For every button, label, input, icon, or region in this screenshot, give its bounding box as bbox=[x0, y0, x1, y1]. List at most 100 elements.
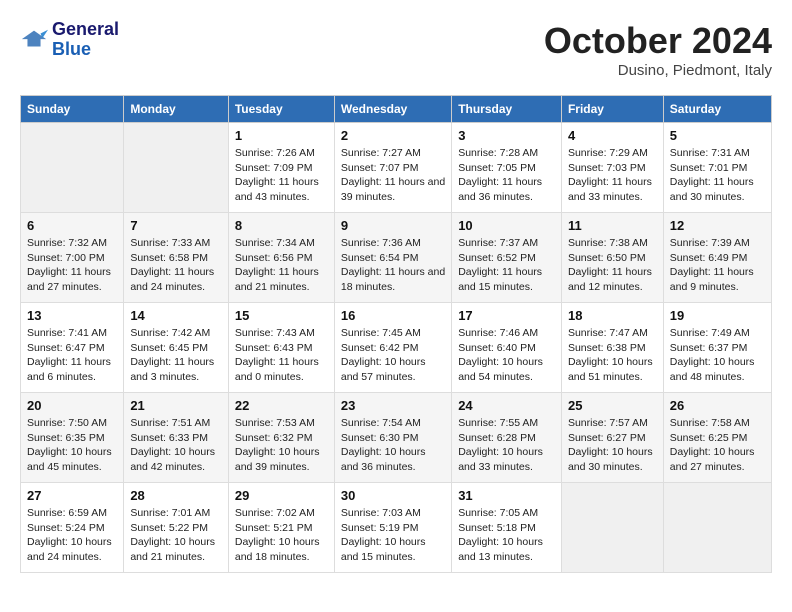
day-number: 27 bbox=[27, 488, 117, 503]
logo-bird-icon bbox=[20, 26, 48, 54]
day-number: 23 bbox=[341, 398, 445, 413]
logo: General Blue bbox=[20, 20, 119, 60]
weekday-header: Friday bbox=[561, 96, 663, 123]
calendar-cell: 25 Sunrise: 7:57 AMSunset: 6:27 PMDayligh… bbox=[561, 393, 663, 483]
day-number: 17 bbox=[458, 308, 555, 323]
calendar-cell: 6 Sunrise: 7:32 AMSunset: 7:00 PMDaylight… bbox=[21, 213, 124, 303]
calendar-cell: 29 Sunrise: 7:02 AMSunset: 5:21 PMDayligh… bbox=[228, 483, 334, 573]
day-detail: Sunrise: 6:59 AMSunset: 5:24 PMDaylight:… bbox=[27, 506, 117, 565]
day-detail: Sunrise: 7:45 AMSunset: 6:42 PMDaylight:… bbox=[341, 326, 445, 385]
day-number: 29 bbox=[235, 488, 328, 503]
day-detail: Sunrise: 7:27 AMSunset: 7:07 PMDaylight:… bbox=[341, 146, 445, 205]
day-number: 1 bbox=[235, 128, 328, 143]
calendar-cell: 13Sunrise: 7:41 AMSunset: 6:47 PMDayligh… bbox=[21, 303, 124, 393]
day-number: 14 bbox=[130, 308, 222, 323]
day-number: 21 bbox=[130, 398, 222, 413]
weekday-header: Sunday bbox=[21, 96, 124, 123]
day-number: 8 bbox=[235, 218, 328, 233]
calendar-cell: 4 Sunrise: 7:29 AMSunset: 7:03 PMDaylight… bbox=[561, 123, 663, 213]
calendar-cell bbox=[21, 123, 124, 213]
day-detail: Sunrise: 7:01 AMSunset: 5:22 PMDaylight:… bbox=[130, 506, 222, 565]
day-number: 26 bbox=[670, 398, 765, 413]
calendar-cell: 19 Sunrise: 7:49 AMSunset: 6:37 PMDayligh… bbox=[663, 303, 771, 393]
calendar-week-row: 1 Sunrise: 7:26 AMSunset: 7:09 PMDaylight… bbox=[21, 123, 772, 213]
day-number: 12 bbox=[670, 218, 765, 233]
calendar-cell: 15Sunrise: 7:43 AMSunset: 6:43 PMDayligh… bbox=[228, 303, 334, 393]
day-number: 30 bbox=[341, 488, 445, 503]
weekday-header: Monday bbox=[124, 96, 229, 123]
day-number: 22 bbox=[235, 398, 328, 413]
day-detail: Sunrise: 7:36 AMSunset: 6:54 PMDaylight:… bbox=[341, 236, 445, 295]
calendar-cell bbox=[663, 483, 771, 573]
page-header: General Blue October 2024 Dusino, Piedmo… bbox=[20, 20, 772, 79]
calendar-cell: 11 Sunrise: 7:38 AMSunset: 6:50 PMDayligh… bbox=[561, 213, 663, 303]
day-number: 4 bbox=[568, 128, 657, 143]
day-detail: Sunrise: 7:34 AMSunset: 6:56 PMDaylight:… bbox=[235, 236, 328, 295]
day-detail: Sunrise: 7:43 AMSunset: 6:43 PMDaylight:… bbox=[235, 326, 328, 385]
calendar-cell: 17 Sunrise: 7:46 AMSunset: 6:40 PMDayligh… bbox=[452, 303, 562, 393]
logo-general: General bbox=[52, 20, 119, 40]
day-detail: Sunrise: 7:39 AMSunset: 6:49 PMDaylight:… bbox=[670, 236, 765, 295]
day-number: 2 bbox=[341, 128, 445, 143]
calendar-cell: 3Sunrise: 7:28 AMSunset: 7:05 PMDaylight… bbox=[452, 123, 562, 213]
day-detail: Sunrise: 7:38 AMSunset: 6:50 PMDaylight:… bbox=[568, 236, 657, 295]
day-detail: Sunrise: 7:57 AMSunset: 6:27 PMDaylight:… bbox=[568, 416, 657, 475]
day-detail: Sunrise: 7:29 AMSunset: 7:03 PMDaylight:… bbox=[568, 146, 657, 205]
calendar-cell: 31Sunrise: 7:05 AMSunset: 5:18 PMDayligh… bbox=[452, 483, 562, 573]
weekday-header: Wednesday bbox=[334, 96, 451, 123]
calendar-cell: 9 Sunrise: 7:36 AMSunset: 6:54 PMDaylight… bbox=[334, 213, 451, 303]
day-detail: Sunrise: 7:49 AMSunset: 6:37 PMDaylight:… bbox=[670, 326, 765, 385]
calendar-cell: 7 Sunrise: 7:33 AMSunset: 6:58 PMDaylight… bbox=[124, 213, 229, 303]
calendar-cell: 26 Sunrise: 7:58 AMSunset: 6:25 PMDayligh… bbox=[663, 393, 771, 483]
day-detail: Sunrise: 7:26 AMSunset: 7:09 PMDaylight:… bbox=[235, 146, 328, 205]
weekday-header: Thursday bbox=[452, 96, 562, 123]
day-detail: Sunrise: 7:50 AMSunset: 6:35 PMDaylight:… bbox=[27, 416, 117, 475]
day-detail: Sunrise: 7:51 AMSunset: 6:33 PMDaylight:… bbox=[130, 416, 222, 475]
calendar-cell: 30Sunrise: 7:03 AMSunset: 5:19 PMDayligh… bbox=[334, 483, 451, 573]
calendar-week-row: 27 Sunrise: 6:59 AMSunset: 5:24 PMDayligh… bbox=[21, 483, 772, 573]
day-number: 5 bbox=[670, 128, 765, 143]
day-detail: Sunrise: 7:02 AMSunset: 5:21 PMDaylight:… bbox=[235, 506, 328, 565]
calendar-week-row: 20 Sunrise: 7:50 AMSunset: 6:35 PMDayligh… bbox=[21, 393, 772, 483]
day-number: 19 bbox=[670, 308, 765, 323]
day-detail: Sunrise: 7:33 AMSunset: 6:58 PMDaylight:… bbox=[130, 236, 222, 295]
weekday-header: Saturday bbox=[663, 96, 771, 123]
day-detail: Sunrise: 7:32 AMSunset: 7:00 PMDaylight:… bbox=[27, 236, 117, 295]
logo-blue: Blue bbox=[52, 40, 119, 60]
day-number: 31 bbox=[458, 488, 555, 503]
calendar-week-row: 6 Sunrise: 7:32 AMSunset: 7:00 PMDaylight… bbox=[21, 213, 772, 303]
weekday-header-row: SundayMondayTuesdayWednesdayThursdayFrid… bbox=[21, 96, 772, 123]
calendar-cell: 27 Sunrise: 6:59 AMSunset: 5:24 PMDayligh… bbox=[21, 483, 124, 573]
calendar-table: SundayMondayTuesdayWednesdayThursdayFrid… bbox=[20, 95, 772, 573]
day-number: 25 bbox=[568, 398, 657, 413]
calendar-cell: 28Sunrise: 7:01 AMSunset: 5:22 PMDayligh… bbox=[124, 483, 229, 573]
calendar-cell: 23 Sunrise: 7:54 AMSunset: 6:30 PMDayligh… bbox=[334, 393, 451, 483]
calendar-cell bbox=[561, 483, 663, 573]
day-detail: Sunrise: 7:58 AMSunset: 6:25 PMDaylight:… bbox=[670, 416, 765, 475]
calendar-cell: 14Sunrise: 7:42 AMSunset: 6:45 PMDayligh… bbox=[124, 303, 229, 393]
day-number: 16 bbox=[341, 308, 445, 323]
day-number: 9 bbox=[341, 218, 445, 233]
day-number: 20 bbox=[27, 398, 117, 413]
day-number: 7 bbox=[130, 218, 222, 233]
calendar-cell: 18 Sunrise: 7:47 AMSunset: 6:38 PMDayligh… bbox=[561, 303, 663, 393]
day-detail: Sunrise: 7:53 AMSunset: 6:32 PMDaylight:… bbox=[235, 416, 328, 475]
calendar-cell bbox=[124, 123, 229, 213]
day-number: 11 bbox=[568, 218, 657, 233]
day-detail: Sunrise: 7:55 AMSunset: 6:28 PMDaylight:… bbox=[458, 416, 555, 475]
day-detail: Sunrise: 7:28 AMSunset: 7:05 PMDaylight:… bbox=[458, 146, 555, 205]
calendar-cell: 5Sunrise: 7:31 AMSunset: 7:01 PMDaylight… bbox=[663, 123, 771, 213]
day-detail: Sunrise: 7:47 AMSunset: 6:38 PMDaylight:… bbox=[568, 326, 657, 385]
calendar-cell: 20 Sunrise: 7:50 AMSunset: 6:35 PMDayligh… bbox=[21, 393, 124, 483]
calendar-cell: 21 Sunrise: 7:51 AMSunset: 6:33 PMDayligh… bbox=[124, 393, 229, 483]
day-detail: Sunrise: 7:46 AMSunset: 6:40 PMDaylight:… bbox=[458, 326, 555, 385]
calendar-cell: 24 Sunrise: 7:55 AMSunset: 6:28 PMDayligh… bbox=[452, 393, 562, 483]
day-number: 18 bbox=[568, 308, 657, 323]
day-number: 24 bbox=[458, 398, 555, 413]
calendar-cell: 22 Sunrise: 7:53 AMSunset: 6:32 PMDayligh… bbox=[228, 393, 334, 483]
calendar-cell: 16 Sunrise: 7:45 AMSunset: 6:42 PMDayligh… bbox=[334, 303, 451, 393]
day-detail: Sunrise: 7:54 AMSunset: 6:30 PMDaylight:… bbox=[341, 416, 445, 475]
day-number: 6 bbox=[27, 218, 117, 233]
calendar-cell: 2 Sunrise: 7:27 AMSunset: 7:07 PMDaylight… bbox=[334, 123, 451, 213]
day-number: 10 bbox=[458, 218, 555, 233]
